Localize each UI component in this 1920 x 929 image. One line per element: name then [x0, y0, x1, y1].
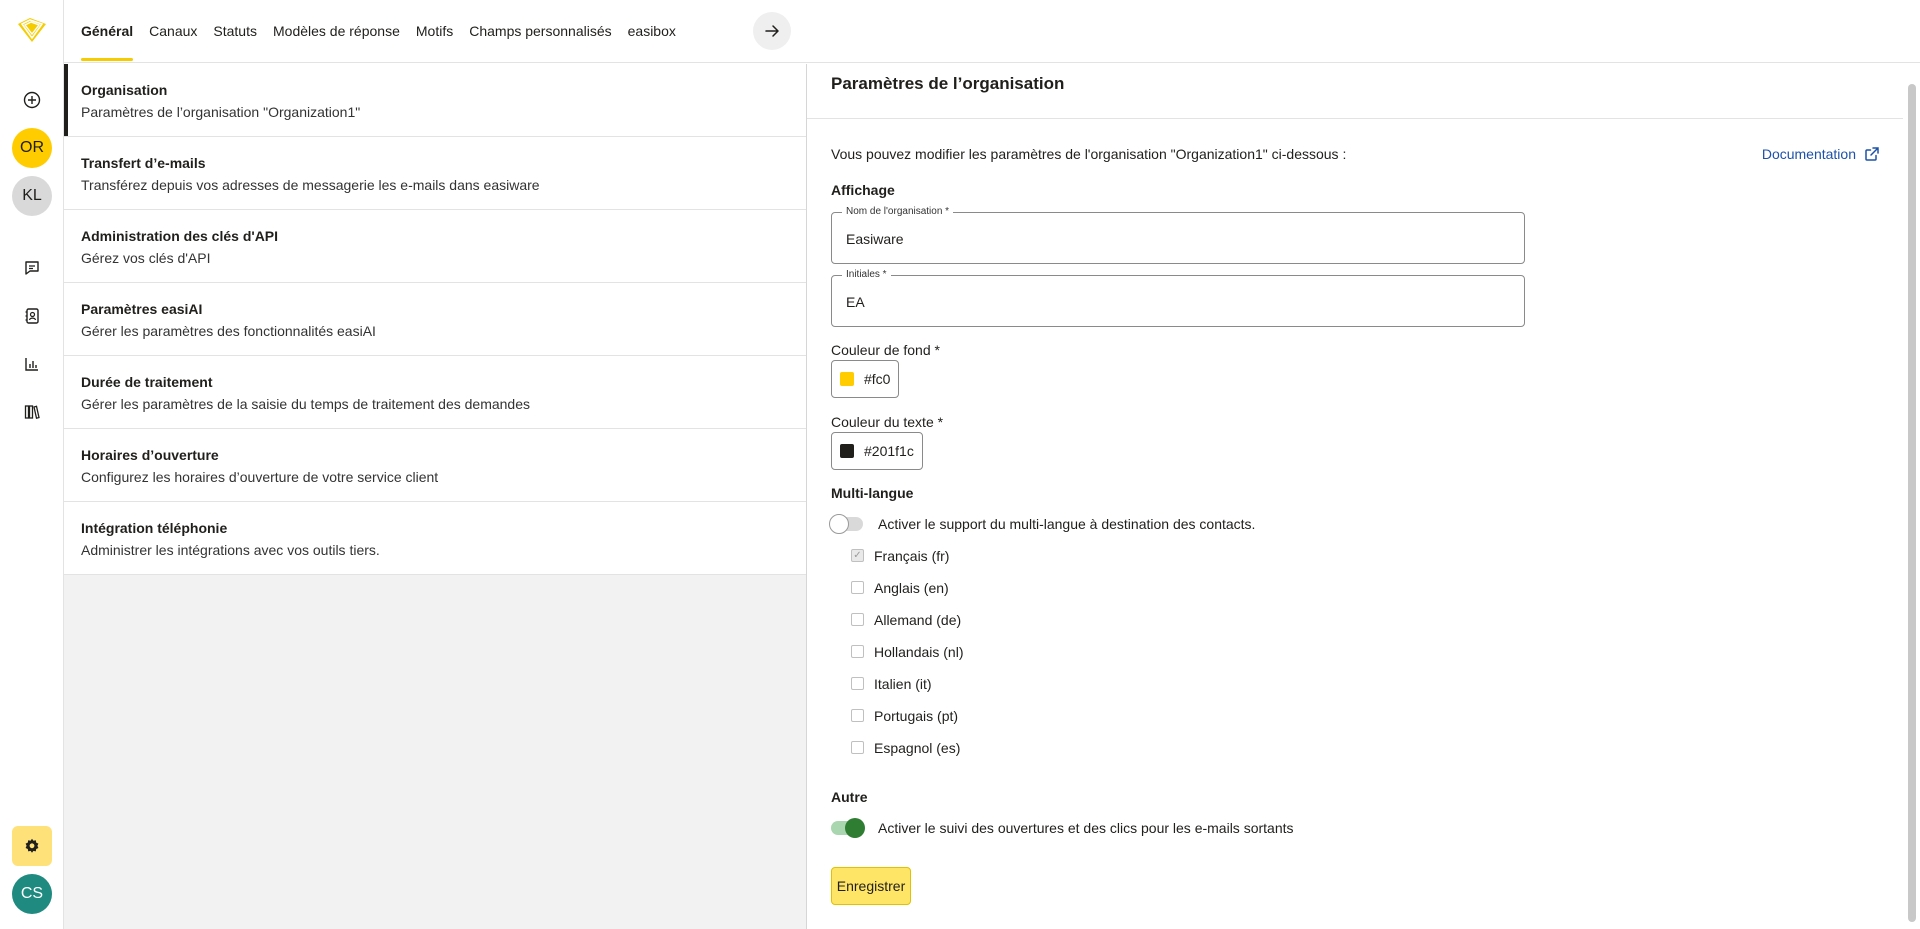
multilang-toggle-label: Activer le support du multi-langue à des…: [878, 516, 1256, 532]
contacts-icon[interactable]: [12, 296, 52, 336]
lang-label-de: Allemand (de): [874, 612, 962, 628]
settings-item-title: Administration des clés d'API: [81, 228, 279, 244]
checkbox-fr[interactable]: ✓: [851, 549, 864, 562]
tracking-toggle-label: Activer le suivi des ouvertures et des c…: [878, 820, 1294, 836]
checkbox-it[interactable]: [851, 677, 864, 690]
display-heading: Affichage: [831, 182, 895, 198]
lang-label-pt: Portugais (pt): [874, 708, 959, 724]
left-rail: OR KL CS: [0, 0, 64, 929]
tab-champs-personnalises[interactable]: Champs personnalisés: [469, 0, 611, 61]
settings-item-easiai[interactable]: Paramètres easiAI Gérer les paramètres d…: [64, 283, 806, 356]
add-icon[interactable]: [12, 80, 52, 120]
documentation-link-label: Documentation: [1761, 146, 1856, 162]
settings-item-transfert-emails[interactable]: Transfert d’e-mails Transférez depuis vo…: [64, 137, 806, 210]
user-avatar[interactable]: CS: [12, 874, 52, 914]
org-name-label: Nom de l'organisation *: [842, 206, 954, 217]
multilang-heading: Multi-langue: [831, 485, 914, 501]
scrollbar[interactable]: [1908, 84, 1916, 922]
tab-general[interactable]: Général: [81, 0, 134, 61]
settings-item-title: Organisation: [81, 82, 168, 98]
text-color-picker[interactable]: #201f1c: [831, 432, 923, 470]
checkbox-es[interactable]: [851, 741, 864, 754]
bg-color-label: Couleur de fond *: [831, 342, 940, 358]
toggle-knob: [845, 818, 865, 838]
settings-item-title: Durée de traitement: [81, 374, 213, 390]
initials-field[interactable]: Initiales * EA: [831, 269, 1525, 327]
lang-label-fr: Français (fr): [874, 548, 950, 564]
text-color-value: #201f1c: [864, 443, 914, 459]
avatar-or[interactable]: OR: [12, 128, 52, 168]
external-link-icon: [1865, 147, 1879, 161]
panel-header-bar: [807, 0, 1920, 63]
checkbox-nl[interactable]: [851, 645, 864, 658]
tab-list: Général Canaux Statuts Modèles de répons…: [81, 0, 692, 63]
bg-color-swatch: [840, 372, 854, 386]
settings-item-title: Paramètres easiAI: [81, 301, 203, 317]
settings-list: Organisation Paramètres de l’organisatio…: [64, 64, 807, 929]
settings-item-organisation[interactable]: Organisation Paramètres de l’organisatio…: [64, 64, 806, 137]
settings-item-desc: Administrer les intégrations avec vos ou…: [81, 542, 380, 558]
page-title: Paramètres de l’organisation: [831, 74, 1065, 93]
lang-label-it: Italien (it): [874, 676, 932, 692]
settings-item-title: Horaires d’ouverture: [81, 447, 219, 463]
lang-label-en: Anglais (en): [874, 580, 949, 596]
avatar-initials: CS: [20, 885, 44, 902]
toggle-knob: [829, 514, 849, 534]
bg-color-picker[interactable]: #fc0: [831, 360, 900, 398]
tracking-toggle[interactable]: [831, 818, 865, 838]
text-color-swatch: [840, 444, 854, 458]
avatar-kl[interactable]: KL: [12, 176, 52, 216]
avatar-initials: OR: [20, 139, 44, 156]
divider: [807, 118, 1903, 119]
tab-easibox[interactable]: easibox: [628, 0, 676, 61]
settings-item-horaires[interactable]: Horaires d’ouverture Configurez les hora…: [64, 429, 806, 502]
org-name-value: Easiware: [846, 231, 904, 247]
tab-canaux[interactable]: Canaux: [149, 0, 197, 61]
checkbox-de[interactable]: [851, 613, 864, 626]
settings-item-api-keys[interactable]: Administration des clés d'API Gérez vos …: [64, 210, 806, 283]
gear-icon[interactable]: [12, 826, 52, 866]
lang-label-nl: Hollandais (nl): [874, 644, 964, 660]
other-heading: Autre: [831, 789, 868, 805]
settings-item-desc: Gérer les paramètres de la saisie du tem…: [81, 396, 531, 412]
organisation-settings-panel: Paramètres de l’organisation Vous pouvez…: [807, 64, 1920, 929]
initials-label: Initiales *: [842, 269, 891, 280]
tab-modeles-de-reponse[interactable]: Modèles de réponse: [273, 0, 400, 61]
org-name-field[interactable]: Nom de l'organisation * Easiware: [831, 206, 1525, 264]
arrow-right-icon[interactable]: [753, 12, 791, 50]
settings-item-desc: Gérer les paramètres des fonctionnalités…: [81, 323, 376, 339]
settings-item-telephonie[interactable]: Intégration téléphonie Administrer les i…: [64, 502, 806, 575]
save-button[interactable]: Enregistrer: [831, 867, 911, 905]
checkbox-pt[interactable]: [851, 709, 864, 722]
library-icon[interactable]: [12, 392, 52, 432]
settings-item-desc: Paramètres de l’organisation "Organizati…: [81, 104, 361, 120]
tab-motifs[interactable]: Motifs: [416, 0, 453, 61]
bg-color-value: #fc0: [864, 371, 891, 387]
settings-item-title: Transfert d’e-mails: [81, 155, 206, 171]
checkbox-en[interactable]: [851, 581, 864, 594]
app-logo-icon[interactable]: [14, 14, 50, 46]
settings-item-title: Intégration téléphonie: [81, 520, 228, 536]
lang-label-es: Espagnol (es): [874, 740, 961, 756]
multilang-toggle[interactable]: [829, 514, 863, 534]
avatar-initials: KL: [22, 187, 42, 204]
intro-text: Vous pouvez modifier les paramètres de l…: [831, 146, 1347, 162]
settings-tabs-bar: Général Canaux Statuts Modèles de répons…: [64, 0, 807, 63]
settings-item-desc: Transférez depuis vos adresses de messag…: [81, 177, 540, 193]
documentation-link[interactable]: Documentation: [1762, 146, 1880, 162]
settings-item-duree-traitement[interactable]: Durée de traitement Gérer les paramètres…: [64, 356, 806, 429]
chat-icon[interactable]: [12, 248, 52, 288]
text-color-label: Couleur du texte *: [831, 414, 944, 430]
settings-item-desc: Gérez vos clés d'API: [81, 250, 211, 266]
initials-value: EA: [846, 294, 865, 310]
stats-icon[interactable]: [12, 344, 52, 384]
tab-statuts[interactable]: Statuts: [213, 0, 257, 61]
settings-item-desc: Configurez les horaires d’ouverture de v…: [81, 469, 439, 485]
